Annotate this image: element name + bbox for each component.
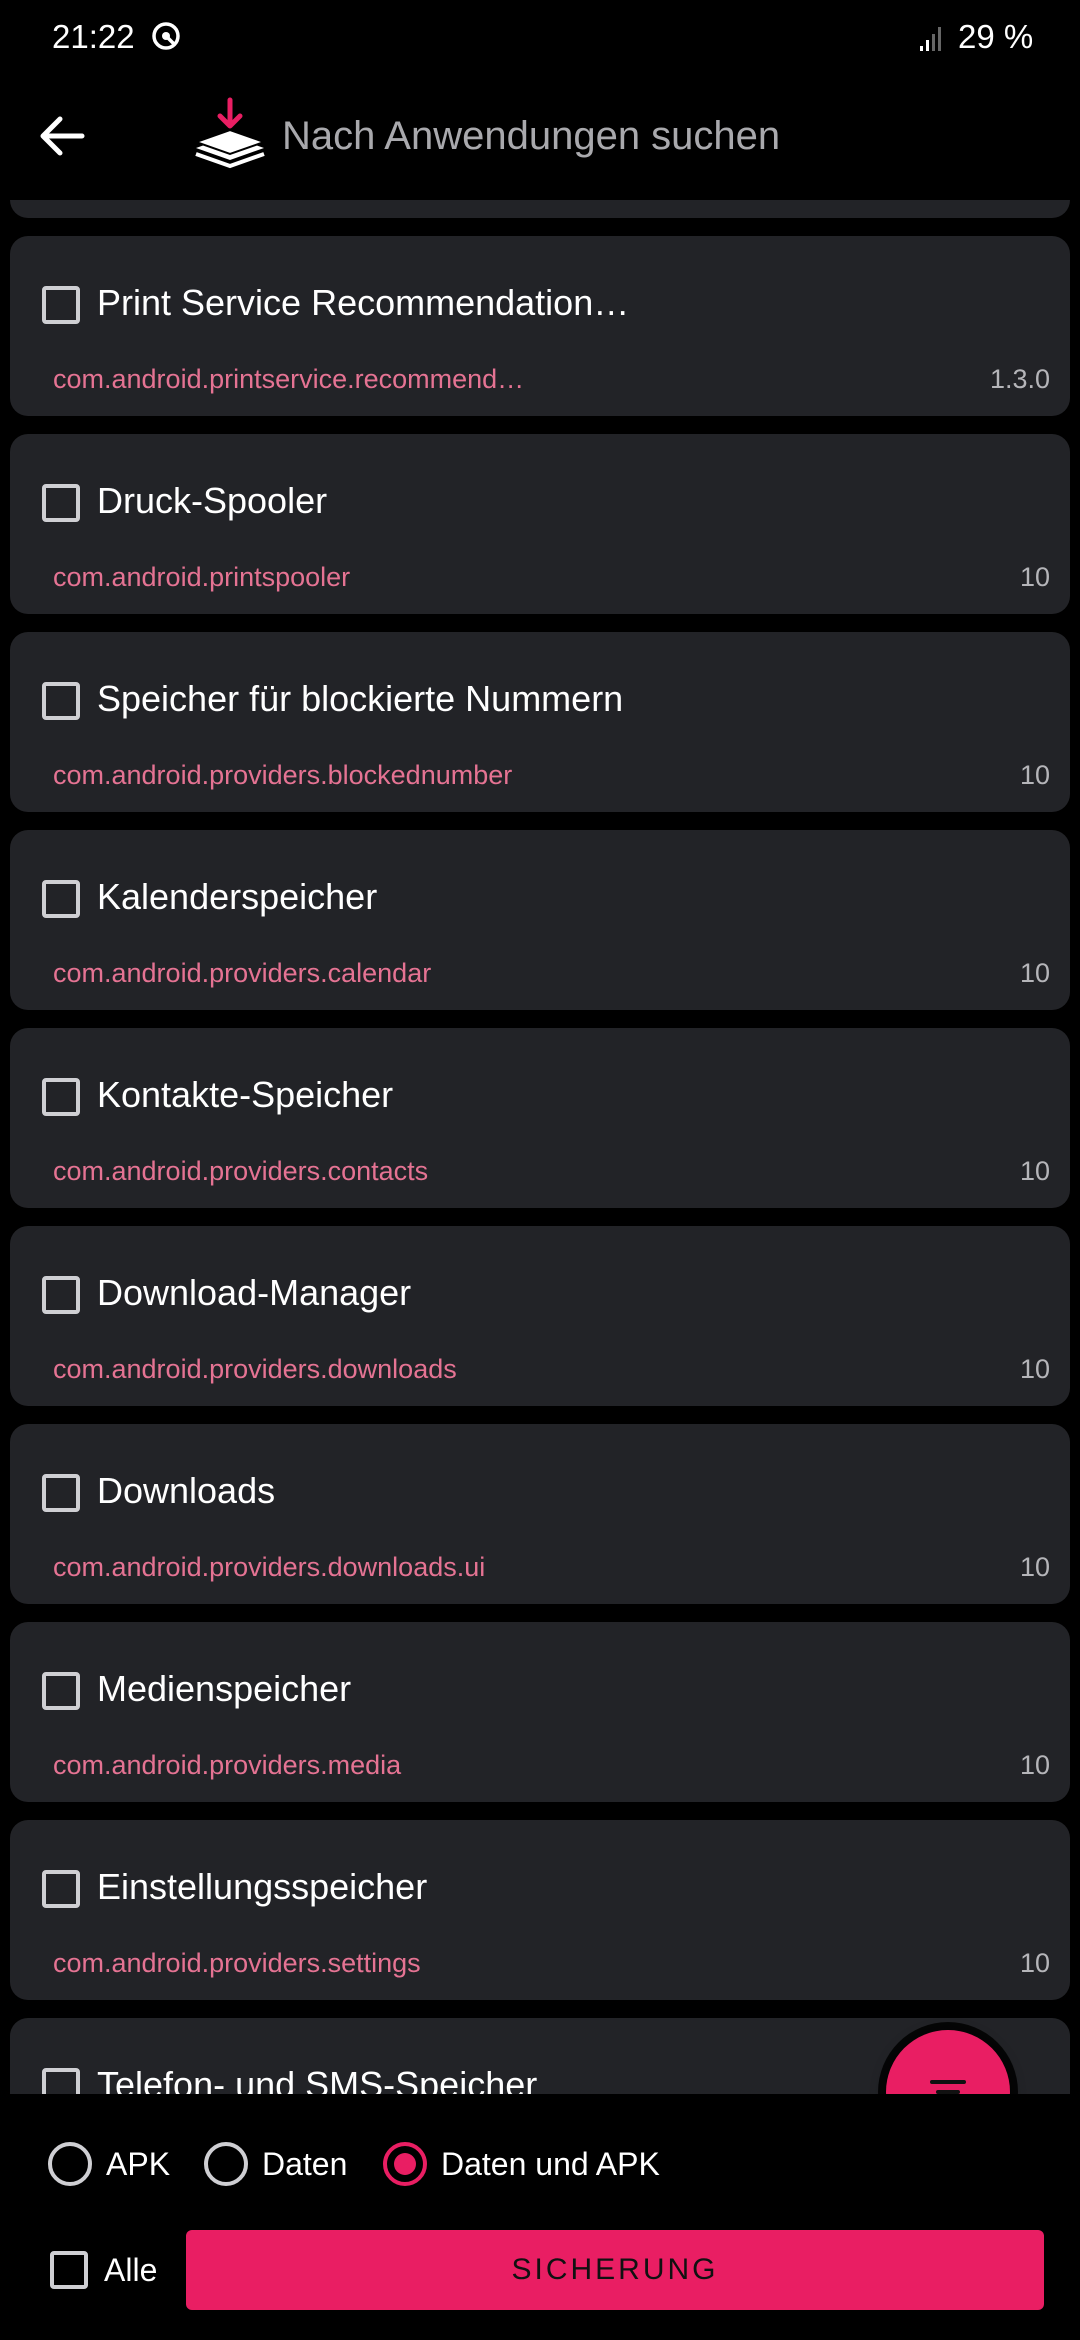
app-name: Kontakte-Speicher [97, 1074, 394, 1115]
vpn-icon [152, 22, 180, 50]
status-bar: 21:22 29 % [0, 0, 1080, 76]
list-item[interactable] [10, 200, 1070, 218]
app-package: com.android.printservice.recommend… [53, 364, 525, 394]
app-version: 10 [1019, 1948, 1050, 1978]
app-package: com.android.printspooler [53, 562, 351, 592]
app-package: com.android.providers.calendar [53, 958, 432, 988]
radio-indicator [48, 2142, 92, 2186]
app-checkbox[interactable] [42, 1870, 80, 1908]
app-name: Downloads [97, 1470, 276, 1511]
bottom-panel: APK Daten Daten und APK Alle SICHERUNG [0, 2094, 1080, 2340]
radio-data[interactable]: Daten [204, 2140, 347, 2188]
app-version: 10 [1019, 1156, 1050, 1186]
radio-indicator [204, 2142, 248, 2186]
backup-button[interactable]: SICHERUNG [186, 2230, 1044, 2310]
app-checkbox[interactable] [42, 1672, 80, 1710]
list-item[interactable]: Kalenderspeicher com.android.providers.c… [10, 830, 1070, 1010]
app-checkbox[interactable] [42, 1474, 80, 1512]
app-version: 10 [1019, 958, 1050, 988]
app-checkbox[interactable] [42, 1078, 80, 1116]
list-item[interactable]: Einstellungsspeicher com.android.provide… [10, 1820, 1070, 2000]
app-version: 10 [1019, 562, 1050, 592]
radio-label: Daten [262, 2145, 348, 2182]
app-version: 10 [1019, 760, 1050, 790]
select-all-label: Alle [104, 2251, 158, 2288]
app-checkbox[interactable] [42, 880, 80, 918]
app-name: Einstellungsspeicher [97, 1866, 428, 1907]
app-list[interactable]: Print Service Recommendation… com.androi… [0, 200, 1080, 2094]
app-name: Download-Manager [97, 1272, 412, 1313]
app-bar [0, 76, 1080, 200]
list-item[interactable]: Kontakte-Speicher com.android.providers.… [10, 1028, 1070, 1208]
app-name: Telefon- und SMS-Speicher [97, 2064, 538, 2094]
list-item[interactable]: Druck-Spooler com.android.printspooler 1… [10, 434, 1070, 614]
select-all-checkbox[interactable]: Alle [50, 2246, 157, 2294]
app-name: Kalenderspeicher [97, 876, 378, 917]
app-package: com.android.providers.downloads [53, 1354, 457, 1384]
radio-apk[interactable]: APK [48, 2140, 170, 2188]
list-item[interactable]: Medienspeicher com.android.providers.med… [10, 1622, 1070, 1802]
app-package: com.android.providers.contacts [53, 1156, 429, 1186]
app-checkbox[interactable] [42, 286, 80, 324]
app-name: Speicher für blockierte Nummern [97, 678, 624, 719]
radio-indicator [383, 2142, 427, 2186]
app-name: Druck-Spooler [97, 480, 328, 521]
app-version: 10 [1019, 1750, 1050, 1780]
app-checkbox[interactable] [42, 1276, 80, 1314]
app-package: com.android.providers.blockednumber [53, 760, 513, 790]
list-item[interactable]: Downloads com.android.providers.download… [10, 1424, 1070, 1604]
status-time: 21:22 [52, 18, 135, 55]
battery-level: 29 % [958, 18, 1034, 55]
checkbox-box [50, 2251, 88, 2289]
radio-label: Daten und APK [441, 2145, 660, 2182]
app-checkbox[interactable] [42, 682, 80, 720]
app-package: com.android.providers.downloads.ui [53, 1552, 486, 1582]
radio-data-and-apk[interactable]: Daten und APK [383, 2140, 660, 2188]
radio-label: APK [106, 2145, 171, 2182]
app-name: Medienspeicher [97, 1668, 352, 1709]
app-version: 1.3.0 [989, 364, 1050, 394]
signal-icon [920, 27, 941, 51]
app-logo-icon [192, 97, 268, 169]
app-package: com.android.providers.media [53, 1750, 402, 1780]
list-item[interactable]: Speicher für blockierte Nummern com.andr… [10, 632, 1070, 812]
search-input[interactable] [282, 106, 1042, 166]
app-version: 10 [1019, 1354, 1050, 1384]
list-item[interactable]: Print Service Recommendation… com.androi… [10, 236, 1070, 416]
app-checkbox[interactable] [42, 2068, 80, 2094]
list-item[interactable]: Download-Manager com.android.providers.d… [10, 1226, 1070, 1406]
back-button[interactable] [30, 104, 94, 168]
app-version: 10 [1019, 1552, 1050, 1582]
app-name: Print Service Recommendation… [97, 282, 630, 323]
arrow-left-icon [40, 116, 85, 156]
app-package: com.android.providers.settings [53, 1948, 421, 1978]
app-checkbox[interactable] [42, 484, 80, 522]
